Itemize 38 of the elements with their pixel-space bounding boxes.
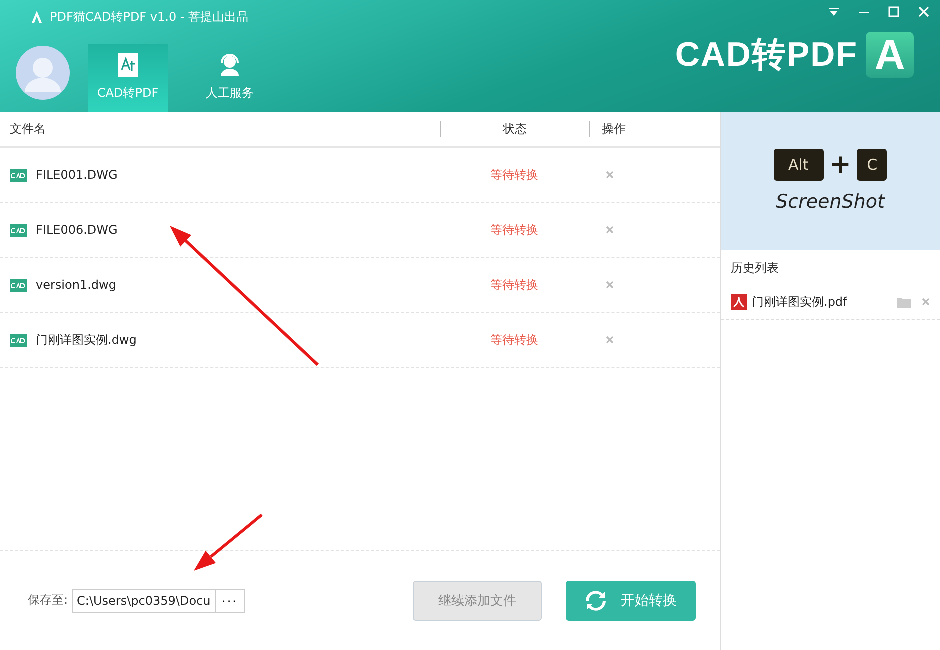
app-icon bbox=[30, 10, 44, 24]
start-button[interactable]: 开始转换 bbox=[566, 580, 696, 620]
status-text: 等待转换 bbox=[490, 276, 540, 294]
cad-file-icon bbox=[10, 224, 27, 236]
cad-file-icon bbox=[10, 168, 27, 182]
window-title: PDF猫CAD转PDF v1.0 - 菩提山出品 bbox=[50, 8, 249, 26]
cad-file-icon bbox=[10, 278, 27, 292]
save-label: 保存至: bbox=[28, 592, 68, 609]
folder-icon[interactable] bbox=[897, 296, 911, 308]
history-title: 历史列表 bbox=[730, 260, 780, 277]
status-text: 等待转换 bbox=[490, 166, 540, 184]
logo-text: CAD转PDF bbox=[675, 35, 858, 76]
banner-caption: ScreenShot bbox=[776, 191, 885, 213]
keyboard-key: C bbox=[857, 149, 888, 181]
refresh-icon bbox=[585, 590, 608, 612]
logo-badge: A bbox=[866, 32, 914, 78]
close-icon[interactable] bbox=[918, 6, 930, 18]
maximize-icon[interactable] bbox=[888, 6, 900, 18]
file-name: 门刚详图实例.dwg bbox=[36, 332, 137, 348]
file-name: version1.dwg bbox=[36, 278, 116, 292]
column-header: 文件名 bbox=[9, 120, 47, 138]
file-name: FILE001.DWG bbox=[36, 168, 118, 182]
dropdown-icon[interactable] bbox=[828, 6, 840, 18]
status-text: 等待转换 bbox=[490, 332, 540, 348]
pdf-file-icon bbox=[731, 294, 747, 310]
document-icon bbox=[115, 51, 141, 79]
status-text: 等待转换 bbox=[490, 222, 540, 238]
column-header: 操作 bbox=[601, 120, 626, 138]
cad-file-icon bbox=[10, 334, 27, 346]
plus-sign: + bbox=[830, 150, 852, 180]
avatar-icon[interactable] bbox=[16, 46, 70, 100]
column-header: 状态 bbox=[502, 120, 528, 138]
nav-tab[interactable]: CAD转PDF bbox=[88, 44, 168, 112]
file-name: FILE006.DWG bbox=[36, 223, 118, 237]
annotation-arrow bbox=[194, 514, 263, 571]
history-file-name[interactable]: 门刚详图实例.pdf bbox=[752, 294, 892, 310]
keyboard-key: Alt bbox=[774, 149, 824, 181]
nav-tab[interactable]: 人工服务 bbox=[190, 44, 270, 112]
